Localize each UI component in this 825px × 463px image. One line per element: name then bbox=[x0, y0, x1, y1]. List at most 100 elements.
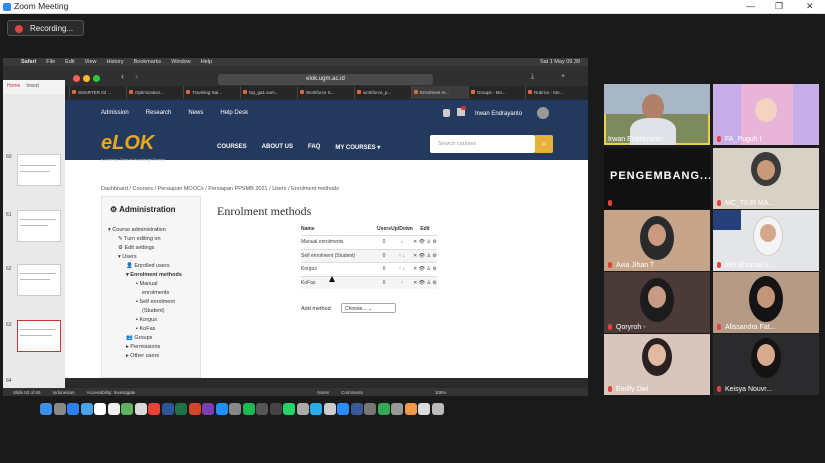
slide-thumbnail[interactable] bbox=[17, 154, 61, 186]
browser-tab[interactable]: SMARTER 03 ... bbox=[69, 86, 126, 99]
participant-tile-active-speaker[interactable]: Irwan Endrayanto bbox=[604, 84, 710, 145]
edit-actions-icon[interactable]: ✕ 👁 ♙ ⚙ bbox=[413, 280, 437, 286]
browser-tab[interactable]: Workforce S... bbox=[297, 86, 354, 99]
user-name[interactable]: Irwan Endrayanto bbox=[475, 111, 522, 117]
restore-icon[interactable]: ❐ bbox=[775, 1, 783, 12]
app-icon[interactable] bbox=[350, 403, 363, 415]
move-arrows-icon[interactable]: ↑ ↓ bbox=[391, 266, 413, 272]
menu-file[interactable]: File bbox=[46, 59, 55, 65]
minimize-icon[interactable]: — bbox=[746, 1, 755, 11]
browser-tab[interactable]: Rubrics - Mo... bbox=[525, 86, 582, 99]
app-icon[interactable] bbox=[391, 403, 403, 415]
link-admission[interactable]: Admission bbox=[101, 110, 129, 116]
tree-self-enrolment-2[interactable]: (Student) bbox=[108, 308, 182, 317]
notes-button[interactable]: Notes bbox=[317, 390, 329, 395]
calendar-icon[interactable] bbox=[94, 403, 106, 415]
tree-course-administration[interactable]: ▾ Course administration bbox=[108, 227, 182, 236]
safari-icon[interactable] bbox=[67, 403, 79, 415]
powerpoint-icon[interactable] bbox=[188, 403, 201, 415]
onenote-icon[interactable] bbox=[202, 403, 214, 415]
browser-tab-active[interactable]: Enrolment m... bbox=[411, 86, 468, 99]
link-help-desk[interactable]: Help Desk bbox=[220, 110, 248, 116]
nav-my-courses[interactable]: MY COURSES ▾ bbox=[335, 144, 380, 151]
move-arrows-icon[interactable]: ↑ bbox=[391, 280, 413, 286]
finder-icon[interactable] bbox=[40, 403, 52, 415]
whatsapp-icon[interactable] bbox=[283, 403, 295, 415]
avatar[interactable] bbox=[537, 107, 549, 119]
app-icon[interactable] bbox=[404, 403, 417, 415]
tree-self-enrolment[interactable]: ▪ Self enrolment bbox=[108, 299, 182, 308]
browser-tab[interactable]: Traveling Sal... bbox=[183, 86, 240, 99]
excel-icon[interactable] bbox=[175, 403, 187, 415]
edit-actions-icon[interactable]: ✕ 👁 ♙ ⚙ bbox=[413, 266, 437, 272]
menu-safari[interactable]: Safari bbox=[21, 59, 36, 65]
new-tab-icon[interactable]: + bbox=[561, 73, 565, 80]
participant-tile[interactable]: MC_TIUR MA... bbox=[713, 148, 819, 209]
participant-tile[interactable]: Keisya Nouvr... bbox=[713, 334, 819, 395]
slide-thumbnail[interactable] bbox=[17, 210, 61, 242]
accessibility-status[interactable]: Accessibility: Investigate bbox=[87, 390, 136, 395]
reminders-icon[interactable] bbox=[107, 403, 120, 415]
menu-bookmarks[interactable]: Bookmarks bbox=[134, 59, 162, 65]
recording-indicator[interactable]: Recording... bbox=[7, 20, 84, 36]
app-icon[interactable] bbox=[256, 403, 268, 415]
chrome-icon[interactable] bbox=[148, 403, 160, 415]
settings-icon[interactable] bbox=[229, 403, 241, 415]
zoom-icon[interactable] bbox=[337, 403, 349, 415]
participant-tile[interactable]: Qoryroh - bbox=[604, 272, 710, 333]
app-icon[interactable] bbox=[269, 403, 282, 415]
nav-faq[interactable]: FAQ bbox=[308, 144, 320, 151]
menu-history[interactable]: History bbox=[106, 59, 123, 65]
tree-other-users[interactable]: ▸ Other users bbox=[108, 353, 182, 362]
link-research[interactable]: Research bbox=[146, 110, 172, 116]
app-icon[interactable] bbox=[377, 403, 390, 415]
tree-manual[interactable]: ▪ Manual bbox=[108, 281, 182, 290]
search-button[interactable]: ⌕ bbox=[535, 135, 553, 153]
tree-users[interactable]: ▾ Users bbox=[108, 254, 182, 263]
participant-tile[interactable]: Avia Jihan T bbox=[604, 210, 710, 271]
photos-icon[interactable] bbox=[134, 403, 147, 415]
participant-tile[interactable]: PENGEMBANG... bbox=[604, 148, 710, 209]
tree-manual-2[interactable]: enrolments bbox=[108, 290, 182, 299]
close-icon[interactable]: ✕ bbox=[806, 1, 814, 12]
browser-tab[interactable]: Optimization... bbox=[126, 86, 183, 99]
browser-tab[interactable]: Groups - Mo... bbox=[468, 86, 525, 99]
nav-about-us[interactable]: ABOUT US bbox=[262, 144, 293, 151]
breadcrumb[interactable]: Dashboard / Courses / Persiapan MOOCs / … bbox=[101, 186, 339, 192]
participant-tile[interactable]: Alissandra Fat... bbox=[713, 272, 819, 333]
edit-actions-icon[interactable]: ✕ 👁 ♙ ⚙ bbox=[413, 253, 437, 259]
tree-kofas[interactable]: ▪ KoFas bbox=[108, 326, 182, 335]
participant-tile[interactable]: Emilly Dwi bbox=[604, 334, 710, 395]
app-icon[interactable] bbox=[323, 403, 336, 415]
tree-enrolled-users[interactable]: 👤 Enrolled users bbox=[108, 263, 182, 272]
participant-tile[interactable]: Idel Khurnia S... bbox=[713, 210, 819, 271]
ppt-tab-home[interactable]: Home bbox=[7, 83, 20, 91]
trash-icon[interactable] bbox=[431, 403, 444, 415]
comments-button[interactable]: Comments bbox=[341, 390, 363, 395]
slide-thumbnail[interactable] bbox=[17, 264, 61, 296]
zoom-window-icon[interactable] bbox=[93, 75, 100, 82]
mail-icon[interactable] bbox=[80, 403, 93, 415]
participant-tile[interactable]: FA_Puguh I bbox=[713, 84, 819, 145]
menu-view[interactable]: View bbox=[85, 59, 97, 65]
move-arrows-icon[interactable]: ↓ bbox=[391, 239, 413, 245]
back-icon[interactable]: ‹ bbox=[121, 71, 124, 81]
add-method-select[interactable]: Choose... ⌄ bbox=[341, 303, 396, 313]
forward-icon[interactable]: › bbox=[135, 71, 138, 81]
tree-edit-settings[interactable]: ⚙ Edit settings bbox=[108, 245, 182, 254]
telegram-icon[interactable] bbox=[310, 403, 322, 415]
ppt-tab-insert[interactable]: Insert bbox=[26, 83, 39, 91]
menu-help[interactable]: Help bbox=[201, 59, 212, 65]
elok-logo[interactable]: eLOK e-Learning: Open for Knowledge Shar… bbox=[101, 132, 165, 162]
download-icon[interactable]: ⤓ bbox=[531, 73, 534, 81]
search-input[interactable]: Search courses bbox=[430, 135, 535, 153]
browser-tab[interactable]: tsp_ga1.sum... bbox=[240, 86, 297, 99]
browser-tab[interactable]: workforce_p... bbox=[354, 86, 411, 99]
language[interactable]: Indonesian bbox=[53, 390, 75, 395]
launchpad-icon[interactable] bbox=[53, 403, 66, 415]
maps-icon[interactable] bbox=[121, 403, 133, 415]
address-bar[interactable]: elok.ugm.ac.id bbox=[218, 74, 433, 85]
app-icon[interactable] bbox=[296, 403, 309, 415]
tree-turn-editing-on[interactable]: ✎ Turn editing on bbox=[108, 236, 182, 245]
tree-permissions[interactable]: ▸ Permissions bbox=[108, 344, 182, 353]
